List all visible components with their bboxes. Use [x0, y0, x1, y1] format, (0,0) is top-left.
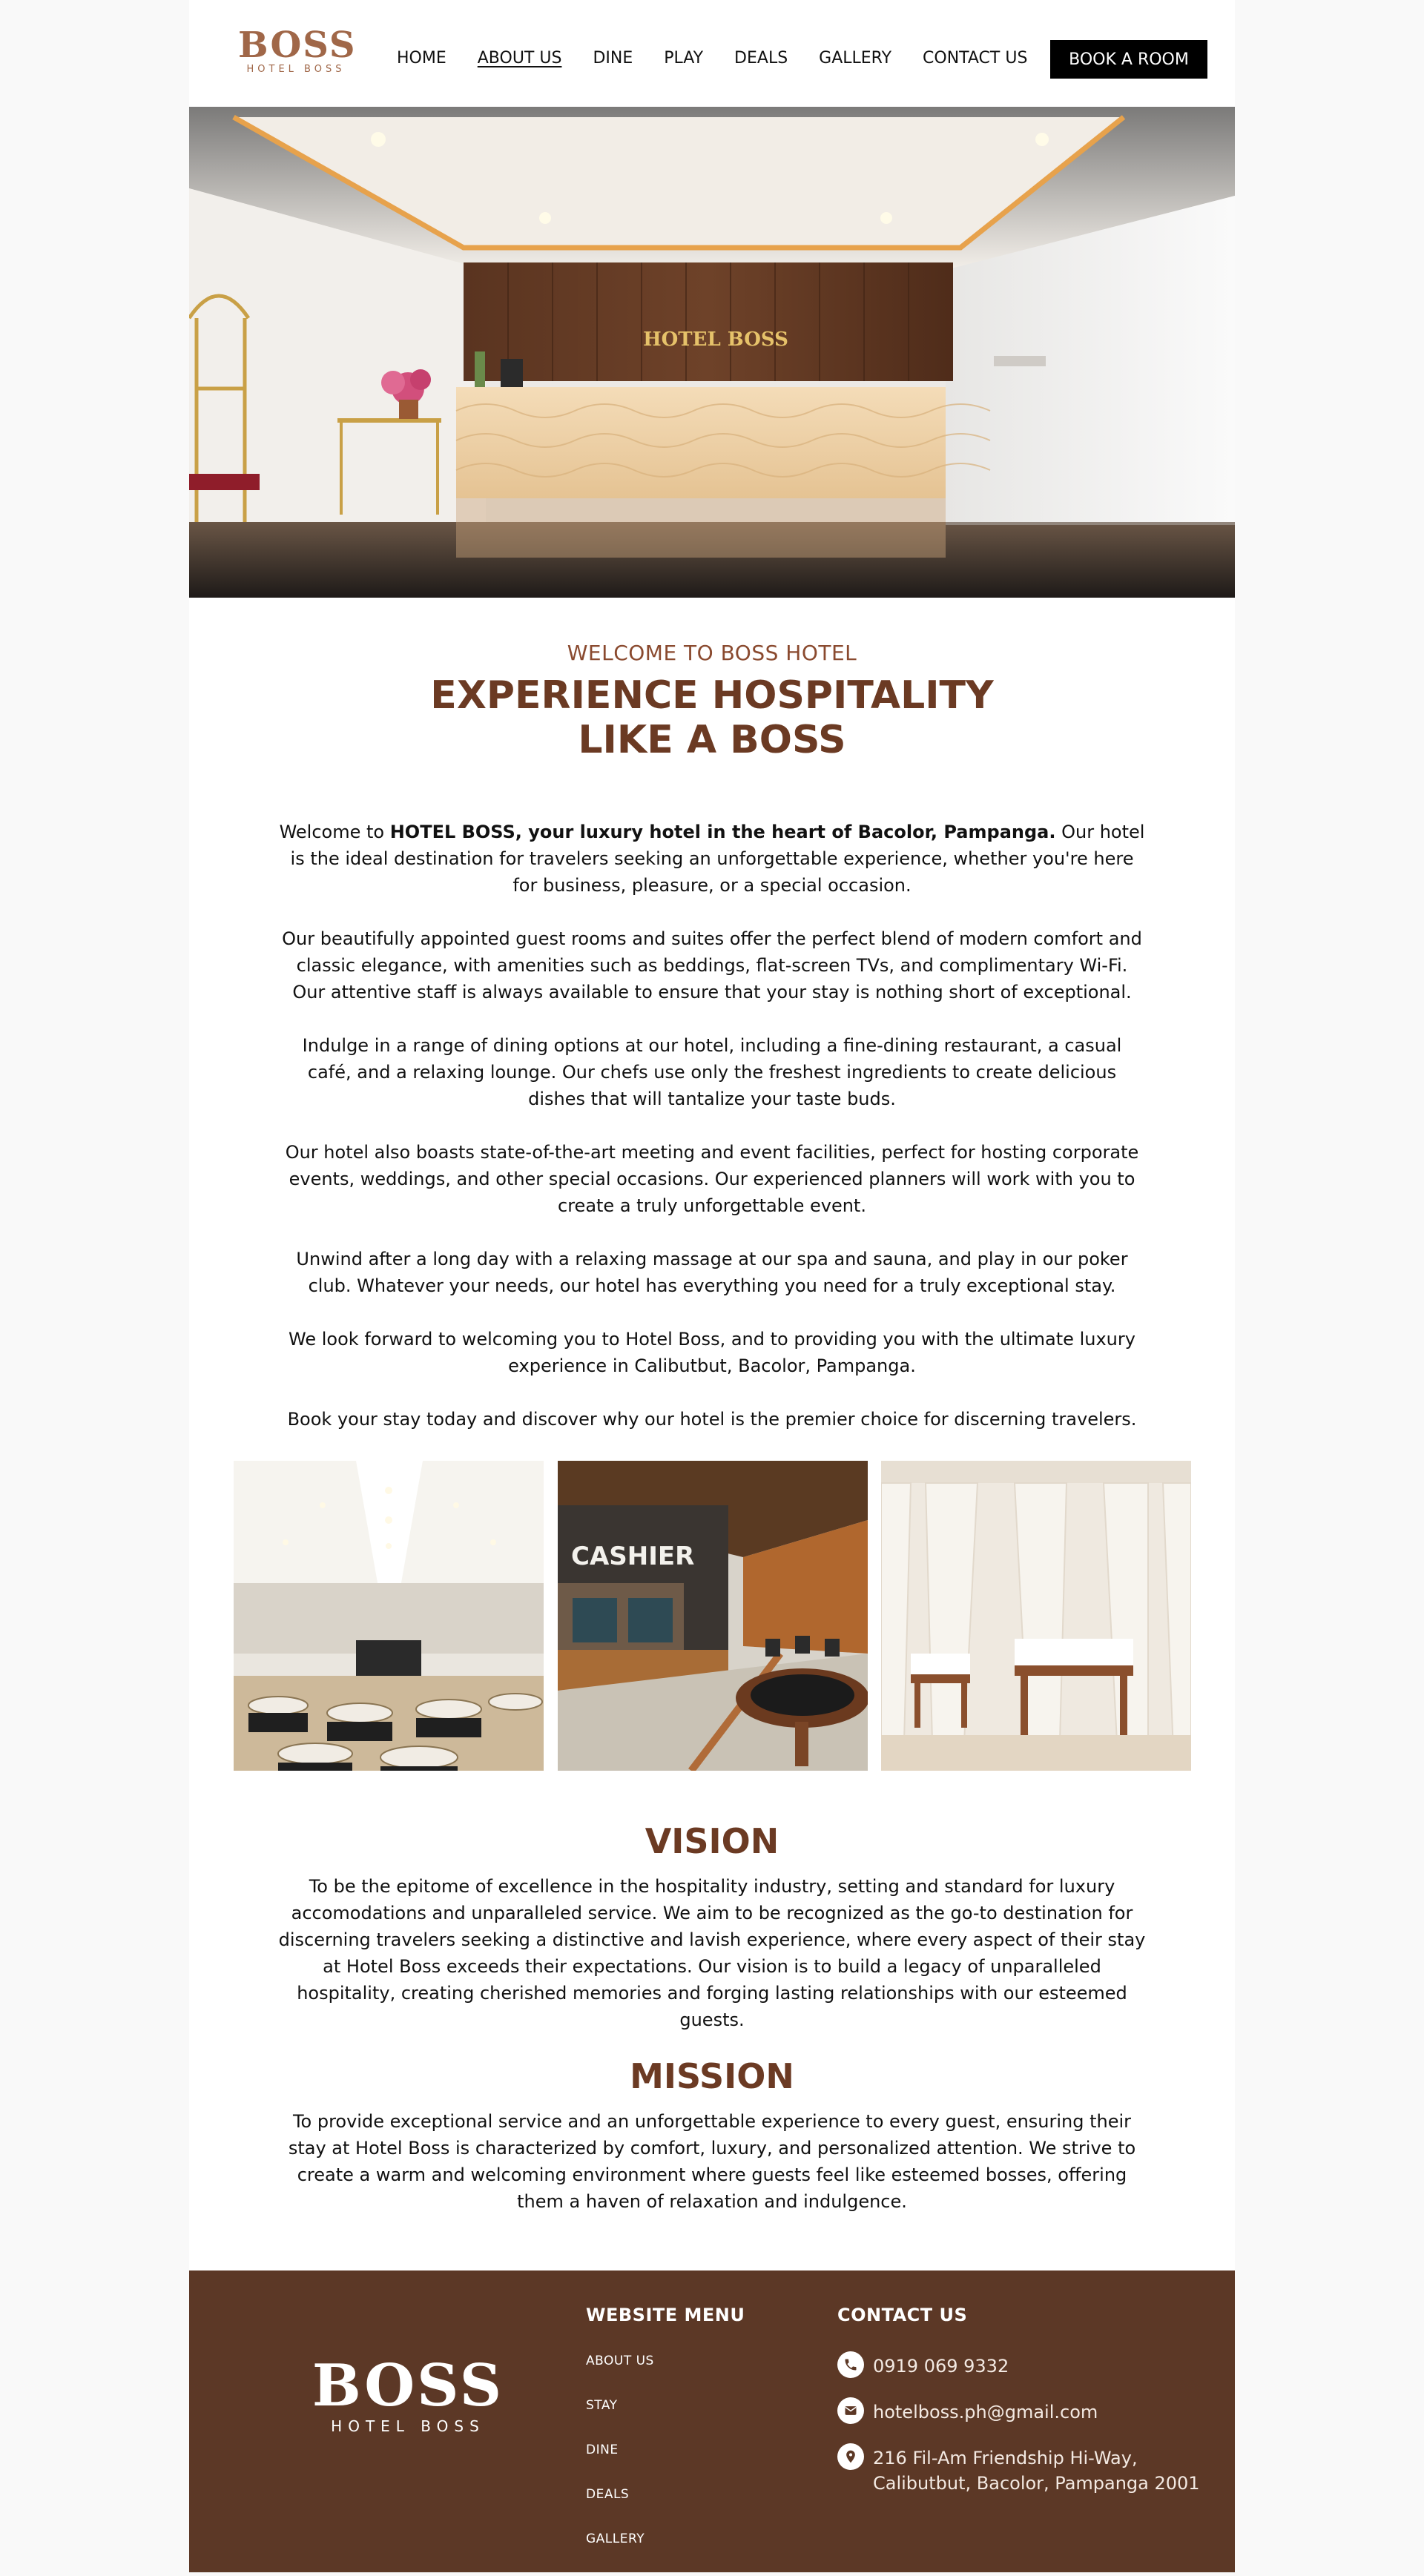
nav-about-us[interactable]: ABOUT US: [478, 40, 562, 77]
cashier-sign: CASHIER: [571, 1542, 694, 1571]
book-a-room-button[interactable]: BOOK A ROOM: [1050, 40, 1207, 79]
intro-p1-lead: Welcome to: [279, 822, 390, 842]
headline-line-2: LIKE A BOSS: [578, 718, 846, 762]
main-nav: HOME ABOUT US DINE PLAY DEALS GALLERY CO…: [397, 40, 1058, 77]
hotel-logo[interactable]: BOSS HOTEL BOSS: [238, 24, 357, 76]
intro-p1-bold: HOTEL BOSS, your luxury hotel in the hea…: [389, 822, 1056, 842]
photo-gallery: CASHIER: [234, 1461, 1191, 1772]
banquet-hall-photo: [234, 1461, 544, 1771]
footer-address-row: 216 Fil-Am Friendship Hi-Way, Calibutbut…: [837, 2443, 1223, 2496]
footer-contact: 0919 069 9332 hotelboss.ph@gmail.com 216…: [837, 2351, 1223, 2517]
footer-link-dine[interactable]: DINE: [586, 2443, 654, 2487]
footer-address: 216 Fil-Am Friendship Hi-Way, Calibutbut…: [873, 2445, 1200, 2496]
intro-paragraph-1: Welcome to HOTEL BOSS, your luxury hotel…: [278, 819, 1146, 899]
spa-photo: [881, 1461, 1191, 1771]
footer-address-line-2: Calibutbut, Bacolor, Pampanga 2001: [873, 2473, 1200, 2494]
headline-line-1: EXPERIENCE HOSPITALITY: [430, 673, 994, 718]
intro-paragraph-7: Book your stay today and discover why ou…: [287, 1409, 1137, 1430]
footer-link-stay[interactable]: STAY: [586, 2398, 654, 2443]
logo-subtitle: HOTEL BOSS: [246, 64, 346, 75]
vision-title: VISION: [645, 1821, 779, 1861]
intro-paragraph-6: We look forward to welcoming you to Hote…: [289, 1329, 1135, 1376]
footer-logo-mark: BOSS: [312, 2352, 504, 2420]
welcome-eyebrow: WELCOME TO BOSS HOTEL: [567, 641, 857, 665]
gallery-banquet-hall-image[interactable]: [234, 1461, 544, 1771]
footer-link-about-us[interactable]: ABOUT US: [586, 2354, 654, 2398]
footer-menu-title: WEBSITE MENU: [586, 2305, 745, 2325]
intro-paragraph-2: Our beautifully appointed guest rooms an…: [282, 928, 1142, 1003]
footer-menu: ABOUT US STAY DINE DEALS GALLERY: [586, 2354, 654, 2576]
logo-mark: BOSS: [238, 24, 357, 66]
nav-contact-us[interactable]: CONTACT US: [923, 40, 1027, 77]
site-footer: BOSS HOTEL BOSS WEBSITE MENU ABOUT US ST…: [189, 2270, 1235, 2572]
gallery-casino-image[interactable]: CASHIER: [558, 1461, 868, 1771]
location-pin-icon: [837, 2443, 864, 2470]
mission-title: MISSION: [630, 2056, 794, 2096]
footer-link-deals[interactable]: DEALS: [586, 2487, 654, 2532]
nav-gallery[interactable]: GALLERY: [819, 40, 891, 77]
footer-link-gallery[interactable]: GALLERY: [586, 2532, 654, 2576]
vision-body: To be the epitome of excellence in the h…: [278, 1876, 1146, 2030]
lobby-photo: HOTEL BOSS: [189, 107, 1235, 598]
nav-deals[interactable]: DEALS: [734, 40, 788, 77]
footer-logo[interactable]: BOSS HOTEL BOSS: [312, 2352, 504, 2436]
page-headline: EXPERIENCE HOSPITALITY LIKE A BOSS: [412, 673, 1012, 762]
footer-logo-subtitle: HOTEL BOSS: [331, 2417, 485, 2435]
casino-photo: CASHIER: [558, 1461, 868, 1771]
nav-home[interactable]: HOME: [397, 40, 446, 77]
intro-text: Welcome to HOTEL BOSS, your luxury hotel…: [278, 819, 1146, 1459]
site-header: BOSS HOTEL BOSS HOME ABOUT US DINE PLAY …: [189, 0, 1235, 107]
hero-sign-text: HOTEL BOSS: [643, 328, 788, 351]
gallery-spa-image[interactable]: [881, 1461, 1191, 1771]
nav-play[interactable]: PLAY: [664, 40, 703, 77]
phone-icon: [837, 2351, 864, 2378]
footer-email[interactable]: hotelboss.ph@gmail.com: [873, 2400, 1098, 2425]
hero-image: HOTEL BOSS: [189, 107, 1235, 598]
intro-paragraph-5: Unwind after a long day with a relaxing …: [296, 1249, 1128, 1296]
nav-dine[interactable]: DINE: [593, 40, 633, 77]
footer-email-row: hotelboss.ph@gmail.com: [837, 2397, 1223, 2425]
footer-contact-title: CONTACT US: [837, 2305, 968, 2325]
footer-address-line-1: 216 Fil-Am Friendship Hi-Way,: [873, 2448, 1138, 2468]
intro-paragraph-4: Our hotel also boasts state-of-the-art m…: [285, 1142, 1139, 1216]
footer-phone[interactable]: 0919 069 9332: [873, 2354, 1009, 2379]
mail-icon: [837, 2397, 864, 2424]
mission-body: To provide exceptional service and an un…: [288, 2111, 1136, 2212]
page: BOSS HOTEL BOSS HOME ABOUT US DINE PLAY …: [189, 0, 1235, 2572]
intro-paragraph-3: Indulge in a range of dining options at …: [302, 1035, 1122, 1109]
footer-phone-row: 0919 069 9332: [837, 2351, 1223, 2379]
